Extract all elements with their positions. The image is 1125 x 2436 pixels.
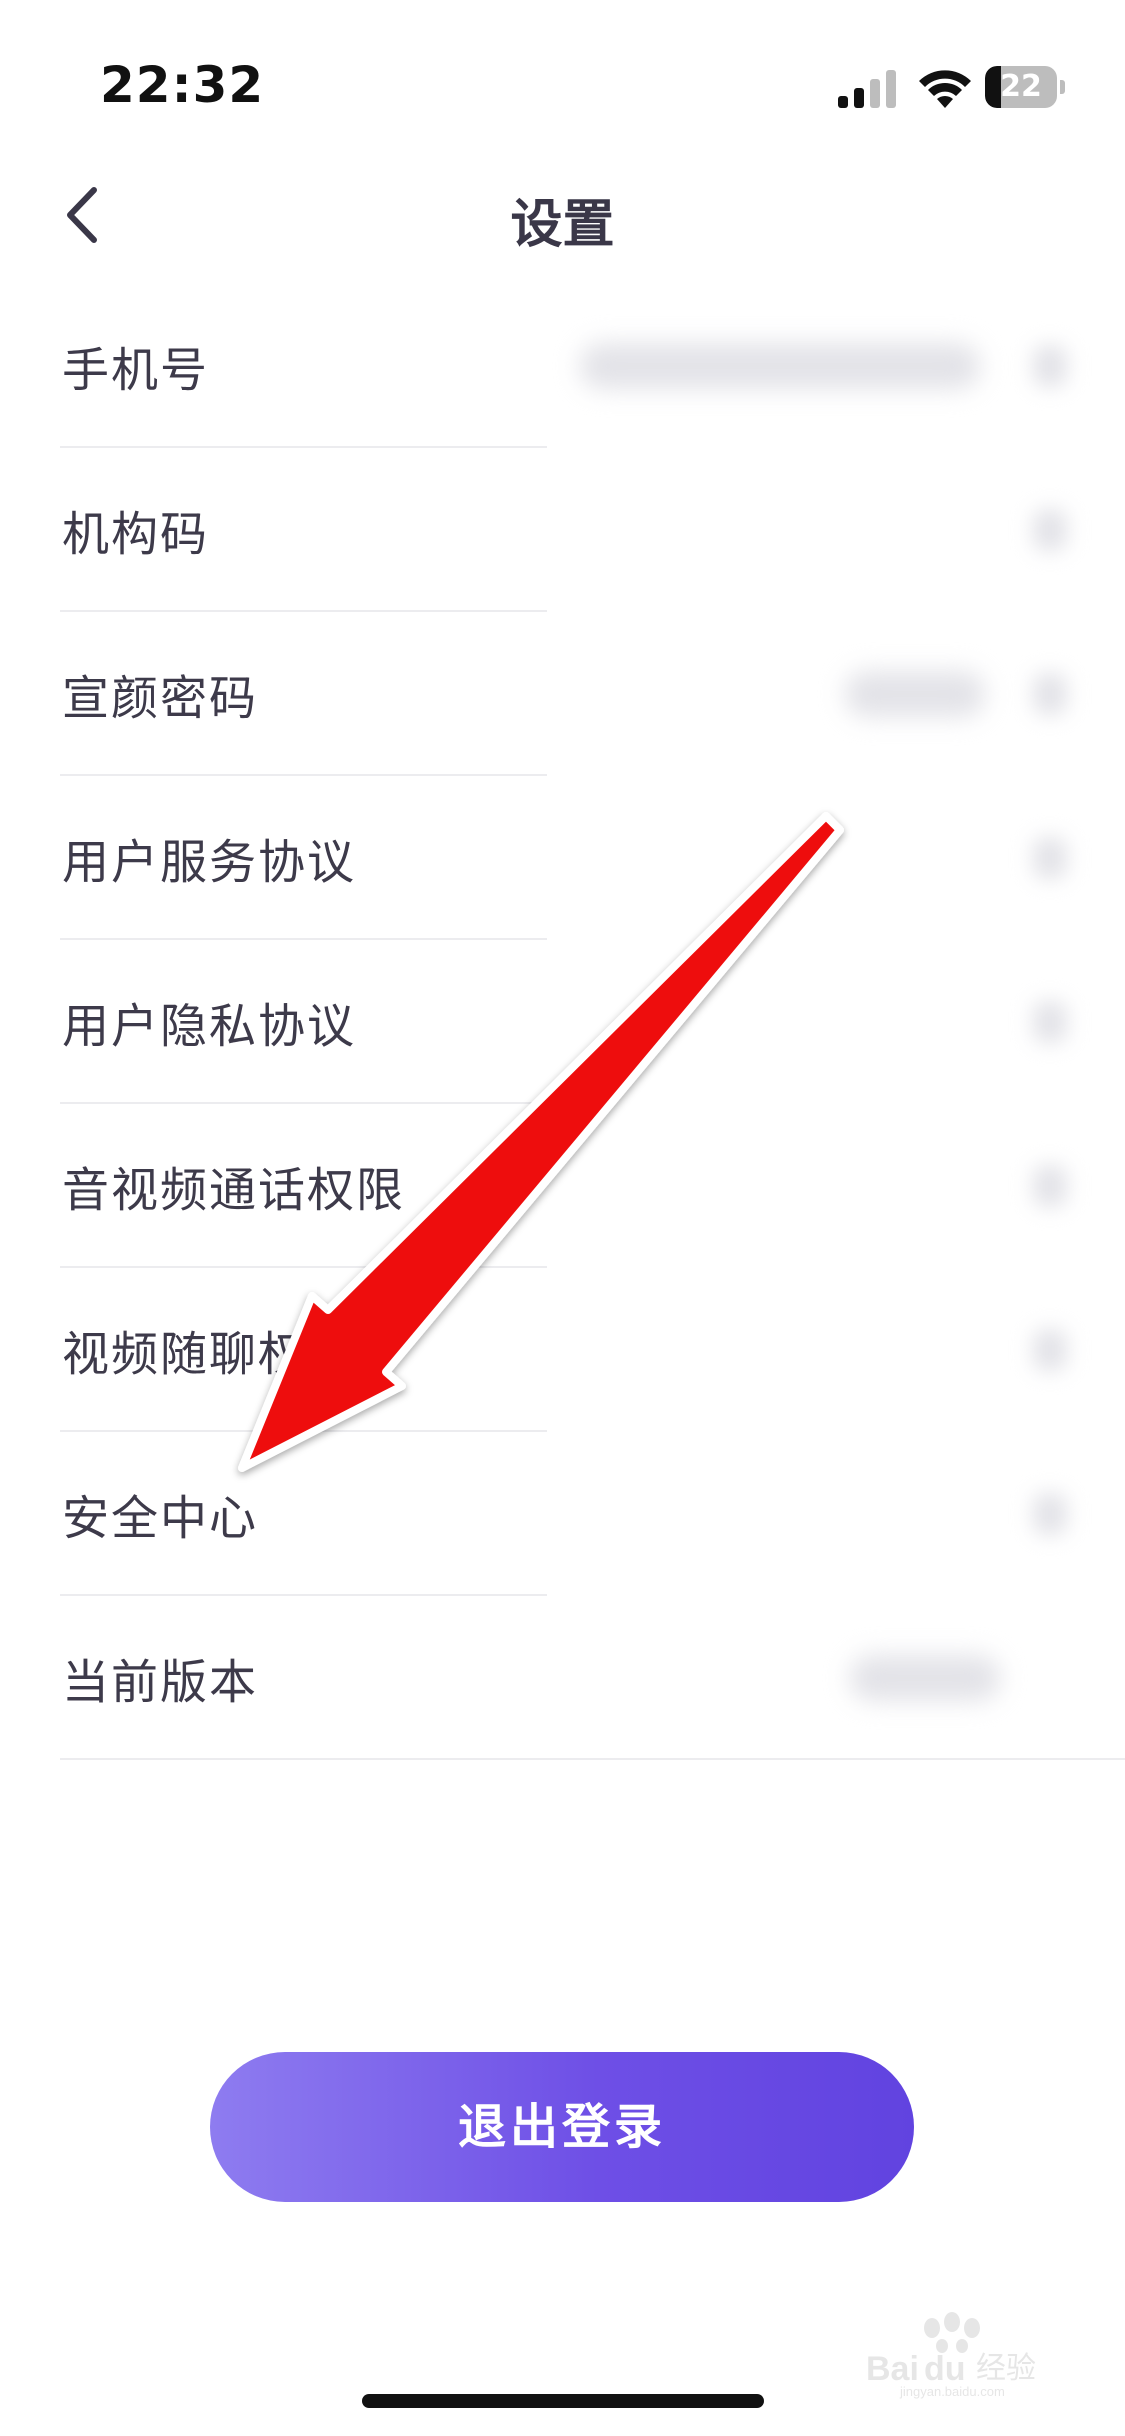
row-value-redacted — [845, 671, 985, 717]
status-bar: 22:32 22 — [0, 0, 1125, 150]
chevron-right-icon — [1033, 1165, 1067, 1207]
wifi-icon — [919, 70, 971, 108]
row-label: 手机号 — [62, 343, 209, 399]
chevron-right-icon — [1033, 1493, 1067, 1535]
settings-row-current-version: 当前版本 — [0, 1596, 1125, 1760]
chevron-right-icon — [1033, 509, 1067, 551]
settings-row-service-agreement[interactable]: 用户服务协议 — [0, 776, 1125, 940]
logout-button[interactable]: 退出登录 — [210, 2052, 914, 2202]
row-label: 用户服务协议 — [62, 835, 356, 891]
row-label: 音视频通话权限 — [62, 1163, 405, 1219]
svg-text:jingyan.baidu.com: jingyan.baidu.com — [899, 2384, 1005, 2399]
baidu-watermark-logo: Bai du 经验 jingyan.baidu.com — [866, 2312, 1036, 2399]
chevron-right-icon — [1033, 345, 1067, 387]
row-label: 视频随聊权限 — [62, 1327, 356, 1383]
settings-row-password[interactable]: 宣颜密码 — [0, 612, 1125, 776]
page-title: 设置 — [510, 195, 615, 255]
chevron-right-icon — [1033, 837, 1067, 879]
chevron-right-icon — [1033, 1329, 1067, 1371]
svg-text:du: du — [924, 2350, 966, 2388]
battery-body: 22 — [985, 66, 1057, 108]
divider — [60, 1758, 1125, 1760]
cellular-signal-icon — [838, 70, 896, 108]
battery-icon: 22 — [985, 66, 1065, 108]
settings-row-privacy-agreement[interactable]: 用户隐私协议 — [0, 940, 1125, 1104]
svg-text:经验: 经验 — [976, 2351, 1036, 2386]
home-indicator — [362, 2394, 764, 2408]
settings-list: 手机号 机构码 宣颜密码 用户服务协议 用户隐私协议 音视频通话权限 视频随聊权… — [0, 284, 1125, 1760]
settings-screen: 22:32 22 设置 手机号 机构码 宣颜密码 用户服务协议 用户隐私协议 音… — [0, 0, 1125, 2436]
row-value-redacted — [580, 343, 980, 389]
row-label: 用户隐私协议 — [62, 999, 356, 1055]
settings-row-av-call-permission[interactable]: 音视频通话权限 — [0, 1104, 1125, 1268]
settings-row-video-chat-permission[interactable]: 视频随聊权限 — [0, 1268, 1125, 1432]
settings-row-phone[interactable]: 手机号 — [0, 284, 1125, 448]
svg-text:Bai: Bai — [866, 2350, 919, 2388]
row-label: 宣颜密码 — [62, 671, 258, 727]
row-value-redacted — [850, 1655, 1000, 1701]
settings-row-org-code[interactable]: 机构码 — [0, 448, 1125, 612]
battery-cap — [1060, 80, 1065, 94]
status-time: 22:32 — [100, 56, 265, 114]
nav-bar: 设置 — [0, 160, 1125, 270]
row-label: 机构码 — [62, 507, 209, 563]
battery-level: 22 — [1000, 69, 1042, 104]
settings-row-security-center[interactable]: 安全中心 — [0, 1432, 1125, 1596]
row-label: 当前版本 — [62, 1655, 258, 1711]
row-label: 安全中心 — [62, 1491, 258, 1547]
chevron-right-icon — [1033, 1001, 1067, 1043]
chevron-right-icon — [1033, 673, 1067, 715]
